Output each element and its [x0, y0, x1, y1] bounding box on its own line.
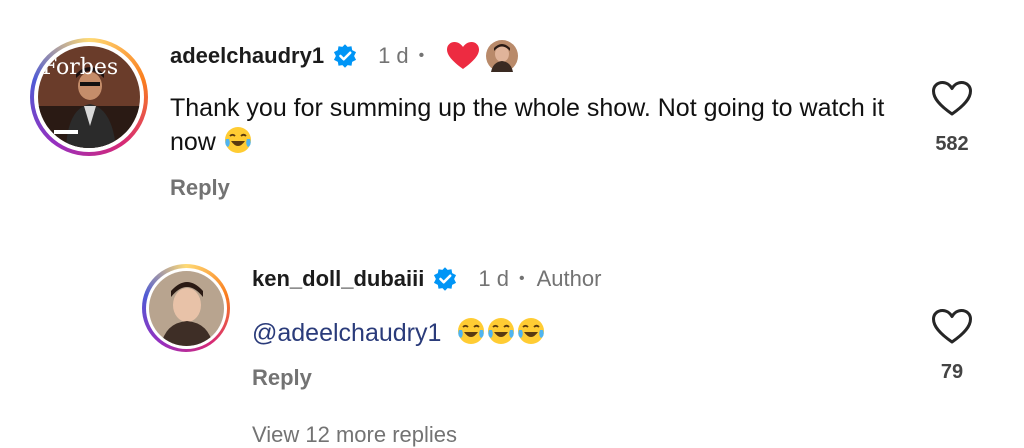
comment-text-body: Thank you for summing up the whole show.…: [170, 94, 885, 156]
author-label: Author: [536, 266, 602, 291]
replier-avatar-image: [148, 270, 224, 346]
replier-avatar[interactable]: [142, 264, 230, 352]
separator-dot: •: [418, 47, 425, 64]
reply-header: ken_doll_dubaiii 1 d • Author: [252, 266, 601, 292]
face-with-tears-of-joy-icon: [224, 127, 251, 153]
heart-outline-icon[interactable]: [931, 80, 973, 118]
comment-username[interactable]: adeelchaudry1: [170, 43, 324, 69]
verified-badge-icon: [434, 267, 457, 291]
separator-dot: •: [518, 270, 525, 287]
reply-time: 1 d: [478, 266, 509, 291]
reply-button[interactable]: Reply: [170, 175, 230, 201]
comment-like-group: 582: [922, 80, 982, 156]
avatar-magazine-title: Forbes: [42, 55, 118, 80]
reply-like-count: 79: [940, 361, 964, 383]
comment-text: Thank you for summing up the whole show.…: [170, 92, 890, 159]
comment-time: 1 d: [378, 43, 409, 68]
comment-header: adeelchaudry1 1 d •: [170, 40, 519, 72]
author-mini-avatar: [486, 40, 519, 72]
reply-like-group: 79: [922, 308, 982, 384]
comment-like-count: 582: [935, 133, 969, 155]
face-with-tears-of-joy-icon: [458, 318, 485, 344]
view-more-replies-link[interactable]: View 12 more replies: [252, 422, 457, 448]
commenter-avatar-image: Forbes: [38, 46, 140, 148]
mention-link[interactable]: @adeelchaudry1: [252, 319, 441, 347]
reply-button[interactable]: Reply: [252, 365, 312, 391]
heart-outline-icon[interactable]: [931, 308, 973, 346]
face-with-tears-of-joy-icon: [488, 318, 515, 344]
verified-badge-icon: [334, 44, 357, 68]
reply-text: @adeelchaudry1: [252, 316, 546, 350]
red-heart-icon: [447, 42, 480, 69]
face-with-tears-of-joy-icon: [518, 318, 545, 344]
reply-username[interactable]: ken_doll_dubaiii: [252, 266, 424, 292]
commenter-avatar[interactable]: Forbes: [30, 38, 148, 156]
